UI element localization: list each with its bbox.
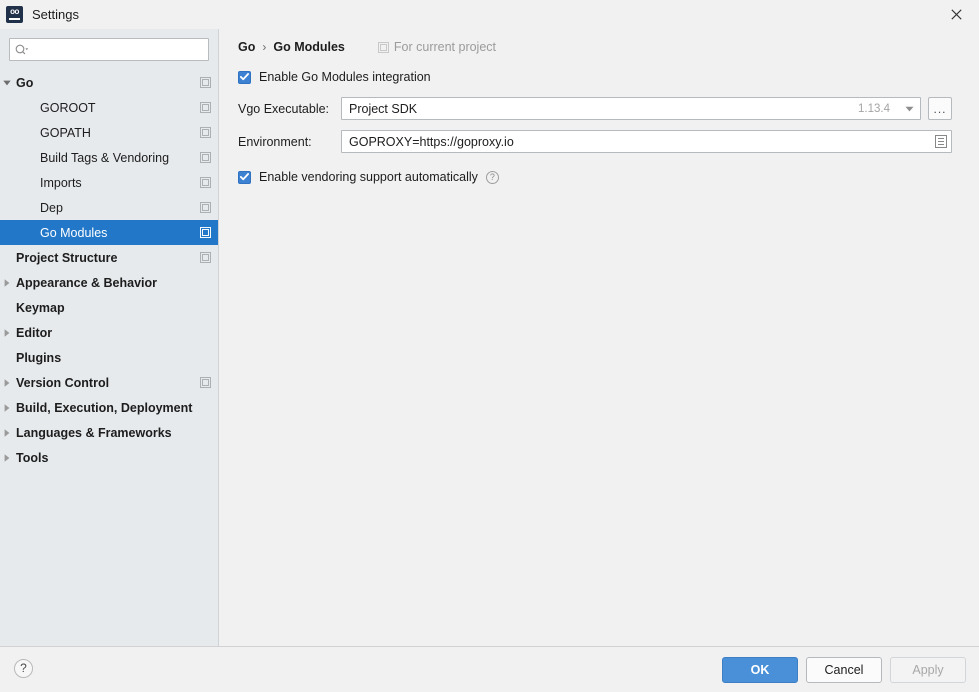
sidebar-item-plugins[interactable]: Plugins [0, 345, 218, 370]
settings-main-panel: Go › Go Modules For current project Enab [220, 29, 979, 646]
sidebar-item-goroot[interactable]: GOROOT [0, 95, 218, 120]
chevron-right-icon[interactable] [0, 395, 14, 420]
search-icon [15, 44, 29, 56]
sidebar-item-version-control[interactable]: Version Control [0, 370, 218, 395]
breadcrumb-root[interactable]: Go [238, 40, 255, 54]
sidebar-item-label: Tools [16, 450, 49, 465]
settings-dialog: oo Settings Go GOROOT GOPATH Build Tags … [0, 0, 979, 692]
sidebar-item-label: Editor [16, 325, 53, 340]
cancel-button[interactable]: Cancel [806, 657, 882, 683]
project-scope-icon [200, 151, 211, 163]
sidebar-item-keymap[interactable]: Keymap [0, 295, 218, 320]
vgo-executable-value: Project SDK [349, 101, 418, 116]
footer-buttons: OK Cancel Apply [714, 657, 966, 683]
ok-button[interactable]: OK [722, 657, 798, 683]
settings-tree: Go GOROOT GOPATH Build Tags & Vendoring Impo… [0, 70, 218, 470]
sidebar-item-build-tags-vendoring[interactable]: Build Tags & Vendoring [0, 145, 218, 170]
sidebar-item-appearance-behavior[interactable]: Appearance & Behavior [0, 270, 218, 295]
sidebar-item-label: Go Modules [40, 225, 108, 240]
scope-note: For current project [377, 40, 497, 54]
sidebar-item-label: Keymap [16, 300, 65, 315]
project-scope-icon [200, 126, 211, 138]
search-input[interactable] [29, 39, 208, 60]
sidebar-item-go-modules[interactable]: Go Modules [0, 220, 218, 245]
environment-field[interactable]: GOPROXY=https://goproxy.io [341, 130, 952, 153]
breadcrumb: Go › Go Modules For current project [238, 37, 979, 57]
sidebar-item-label: Appearance & Behavior [16, 275, 158, 290]
search-area [0, 29, 218, 61]
sidebar-item-label: Dep [40, 200, 63, 215]
project-scope-icon [200, 201, 211, 213]
chevron-right-icon[interactable] [0, 370, 14, 395]
edit-list-icon[interactable] [931, 131, 951, 152]
breadcrumb-separator: › [262, 40, 267, 54]
enable-vendoring-label: Enable vendoring support automatically [259, 170, 478, 184]
project-scope-icon [200, 226, 211, 238]
project-scope-icon [200, 76, 211, 88]
search-box[interactable] [9, 38, 209, 61]
enable-vendoring-row[interactable]: Enable vendoring support automatically ? [238, 170, 979, 184]
help-question-icon[interactable]: ? [14, 659, 33, 678]
sidebar-item-build-execution-deployment[interactable]: Build, Execution, Deployment [0, 395, 218, 420]
sidebar-item-dep[interactable]: Dep [0, 195, 218, 220]
enable-go-modules-row[interactable]: Enable Go Modules integration [238, 70, 979, 84]
sidebar-item-label: Version Control [16, 375, 110, 390]
sidebar-item-label: Languages & Frameworks [16, 425, 172, 440]
title-bar: oo Settings [0, 0, 979, 29]
sidebar-item-imports[interactable]: Imports [0, 170, 218, 195]
close-icon[interactable] [933, 0, 979, 29]
go-logo-icon: oo [6, 6, 23, 23]
vgo-version-label: 1.13.4 [858, 102, 890, 115]
ellipsis-icon: ... [933, 102, 947, 116]
sidebar-item-label: GOPATH [40, 125, 91, 140]
chevron-down-icon[interactable] [0, 70, 14, 95]
apply-button: Apply [890, 657, 966, 683]
environment-value: GOPROXY=https://goproxy.io [349, 134, 514, 149]
chevron-right-icon[interactable] [0, 270, 14, 295]
project-scope-icon [200, 251, 211, 263]
sidebar-item-label: Build Tags & Vendoring [40, 150, 170, 165]
enable-vendoring-checkbox[interactable] [238, 170, 251, 184]
chevron-right-icon[interactable] [0, 420, 14, 445]
sidebar-item-label: Go [16, 75, 34, 90]
dialog-footer: ? OK Cancel Apply [0, 646, 979, 692]
project-scope-icon [377, 41, 389, 53]
question-mark-icon[interactable]: ? [485, 170, 499, 184]
sidebar-item-languages-frameworks[interactable]: Languages & Frameworks [0, 420, 218, 445]
chevron-down-icon[interactable] [898, 98, 920, 119]
environment-row: Environment: GOPROXY=https://goproxy.io [238, 130, 979, 153]
sidebar-item-label: Imports [40, 175, 82, 190]
breadcrumb-current: Go Modules [273, 40, 345, 54]
vgo-executable-label: Vgo Executable: [238, 101, 330, 116]
sidebar-item-label: Plugins [16, 350, 62, 365]
environment-label: Environment: [238, 134, 312, 149]
enable-go-modules-label: Enable Go Modules integration [259, 70, 431, 84]
sidebar-item-tools[interactable]: Tools [0, 445, 218, 470]
chevron-right-icon[interactable] [0, 320, 14, 345]
scope-note-label: For current project [393, 40, 497, 54]
sidebar-item-label: Build, Execution, Deployment [16, 400, 193, 415]
settings-sidebar: Go GOROOT GOPATH Build Tags & Vendoring Impo… [0, 29, 219, 646]
vgo-executable-row: Vgo Executable: Project SDK 1.13.4 ... [238, 97, 979, 120]
sidebar-item-gopath[interactable]: GOPATH [0, 120, 218, 145]
vgo-executable-combo[interactable]: Project SDK 1.13.4 [341, 97, 921, 120]
project-scope-icon [200, 376, 211, 388]
sidebar-item-label: GOROOT [40, 100, 96, 115]
browse-button[interactable]: ... [928, 97, 952, 120]
window-title: Settings [32, 7, 79, 22]
chevron-right-icon[interactable] [0, 445, 14, 470]
sidebar-item-project-structure[interactable]: Project Structure [0, 245, 218, 270]
sidebar-item-editor[interactable]: Editor [0, 320, 218, 345]
project-scope-icon [200, 176, 211, 188]
enable-go-modules-checkbox[interactable] [238, 70, 251, 84]
project-scope-icon [200, 101, 211, 113]
sidebar-item-go[interactable]: Go [0, 70, 218, 95]
sidebar-item-label: Project Structure [16, 250, 118, 265]
